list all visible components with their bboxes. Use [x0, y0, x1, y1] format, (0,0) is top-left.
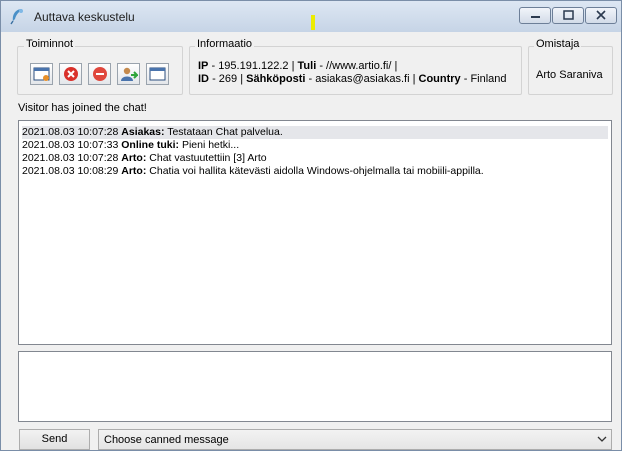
open-window-button[interactable] [146, 63, 169, 85]
window-edit-icon [33, 67, 50, 81]
message-sender: Online tuki: [121, 139, 180, 151]
chat-message[interactable]: 2021.08.03 10:07:28 Asiakas: Testataan C… [22, 126, 608, 139]
close-red-icon [64, 67, 78, 81]
message-text: Chat vastuutettiin [3] Arto [149, 152, 267, 164]
message-input[interactable] [18, 351, 612, 422]
actions-group-title: Toiminnot [24, 38, 76, 50]
info-group-title: Informaatio [195, 38, 255, 50]
close-chat-button[interactable] [59, 63, 82, 85]
block-icon [93, 67, 107, 81]
message-timestamp: 2021.08.03 10:07:33 [22, 139, 119, 151]
email-value: - asiakas@asiakas.fi | [308, 73, 416, 85]
owner-name: Arto Saraniva [536, 69, 603, 81]
status-text: Visitor has joined the chat! [18, 102, 147, 114]
close-button[interactable] [585, 7, 617, 24]
title-bar[interactable]: Auttava keskustelu [1, 1, 621, 32]
minimize-button[interactable] [519, 7, 551, 24]
chat-message[interactable]: 2021.08.03 10:07:28 Arto: Chat vastuutet… [22, 152, 608, 165]
message-timestamp: 2021.08.03 10:07:28 [22, 152, 119, 164]
source-label: Tuli [297, 60, 317, 72]
message-sender: Asiakas: [121, 126, 165, 138]
message-timestamp: 2021.08.03 10:08:29 [22, 165, 119, 177]
chat-message[interactable]: 2021.08.03 10:08:29 Arto: Chatia voi hal… [22, 165, 608, 178]
chat-message[interactable]: 2021.08.03 10:07:33 Online tuki: Pieni h… [22, 139, 608, 152]
source-value: - //www.artio.fi/ | [319, 60, 398, 72]
chat-window: Auttava keskustelu Toiminnot Informaatio… [0, 0, 622, 451]
edit-window-button[interactable] [30, 63, 53, 85]
email-label: Sähköposti [246, 73, 306, 85]
send-button[interactable]: Send [19, 429, 90, 450]
message-sender: Arto: [121, 165, 147, 177]
window-title: Auttava keskustelu [34, 10, 135, 24]
ip-label: IP [198, 60, 209, 72]
message-text: Pieni hetki... [181, 139, 240, 151]
canned-message-select[interactable]: Choose canned message [98, 429, 612, 450]
app-feather-icon [10, 9, 23, 25]
message-text: Chatia voi hallita kätevästi aidolla Win… [149, 165, 484, 177]
chevron-down-icon [597, 436, 607, 442]
id-value: - 269 | [212, 73, 244, 85]
message-sender: Arto: [121, 152, 147, 164]
transfer-chat-button[interactable] [117, 63, 140, 85]
block-visitor-button[interactable] [88, 63, 111, 85]
maximize-button[interactable] [552, 7, 584, 24]
id-label: ID [198, 73, 209, 85]
window-icon [149, 67, 166, 81]
canned-message-label: Choose canned message [104, 434, 229, 446]
info-line-1: IP - 195.191.122.2 | Tuli - //www.artio.… [198, 60, 397, 72]
chat-log[interactable]: 2021.08.03 10:07:28 Asiakas: Testataan C… [18, 120, 612, 345]
country-label: Country [418, 73, 461, 85]
yellow-marker [311, 15, 315, 30]
owner-group-title: Omistaja [534, 38, 582, 50]
minimize-icon [531, 16, 540, 18]
message-text: Testataan Chat palvelua. [167, 126, 283, 138]
maximize-icon [563, 10, 574, 20]
info-line-2: ID - 269 | Sähköposti - asiakas@asiakas.… [198, 73, 507, 85]
message-timestamp: 2021.08.03 10:07:28 [22, 126, 119, 138]
close-icon [596, 10, 606, 20]
user-transfer-icon [121, 67, 138, 81]
ip-value: - 195.191.122.2 | [211, 60, 295, 72]
country-value: - Finland [463, 73, 507, 85]
